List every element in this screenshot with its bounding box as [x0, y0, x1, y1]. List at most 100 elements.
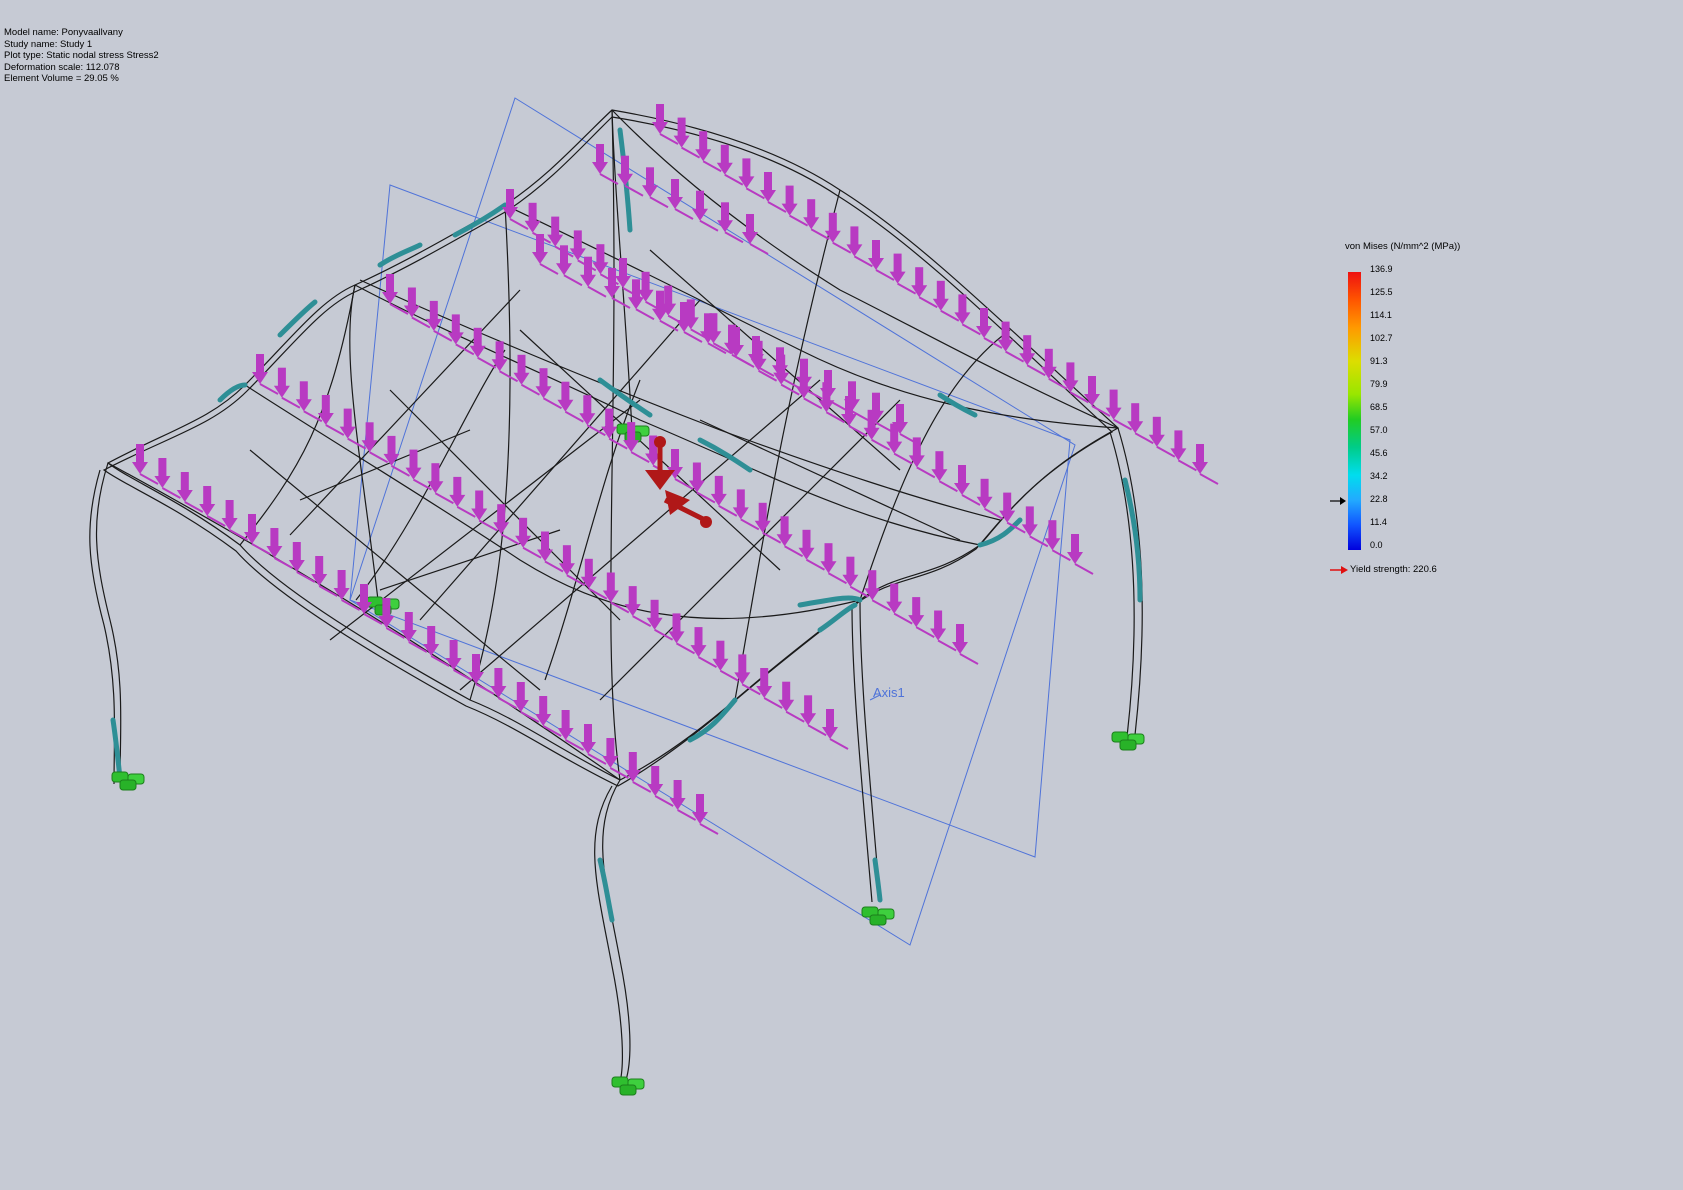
- load-arrow-icon[interactable]: [759, 171, 787, 213]
- load-arrow-icon[interactable]: [243, 513, 271, 555]
- load-arrow-icon[interactable]: [616, 154, 644, 197]
- load-arrow-icon[interactable]: [265, 527, 294, 569]
- load-arrow-icon[interactable]: [711, 639, 740, 682]
- load-arrow-icon[interactable]: [687, 461, 716, 504]
- load-arrow-icon[interactable]: [623, 585, 652, 628]
- load-arrow-icon[interactable]: [845, 225, 874, 268]
- load-arrow-icon[interactable]: [780, 184, 809, 227]
- load-arrow-icon[interactable]: [823, 211, 852, 254]
- load-arrow-icon[interactable]: [930, 450, 959, 493]
- yield-strength-row: Yield strength: 220.6: [1330, 564, 1437, 575]
- load-arrow-icon[interactable]: [819, 542, 848, 585]
- load-arrow-icon[interactable]: [536, 530, 564, 573]
- load-arrow-icon[interactable]: [666, 448, 694, 490]
- load-arrow-icon[interactable]: [641, 166, 669, 209]
- fixture-group[interactable]: [111, 423, 1145, 1096]
- stress-highlights: [110, 127, 1143, 923]
- legend-tick-label: 68.5: [1370, 402, 1388, 412]
- load-arrow-icon[interactable]: [910, 266, 939, 309]
- fixture-icon[interactable]: [111, 771, 145, 791]
- load-arrow-icon[interactable]: [426, 462, 455, 505]
- load-arrow-icon[interactable]: [953, 464, 981, 506]
- legend-tick-label: 34.2: [1370, 471, 1388, 481]
- load-arrow-icon[interactable]: [975, 477, 1004, 520]
- load-arrow-icon[interactable]: [794, 367, 823, 410]
- legend-tick-label: 57.0: [1370, 425, 1388, 435]
- load-arrow-icon[interactable]: [755, 667, 784, 709]
- load-arrow-icon[interactable]: [627, 278, 655, 321]
- load-arrow-icon[interactable]: [951, 623, 979, 665]
- load-arrow-icon[interactable]: [666, 178, 694, 220]
- load-arrow-icon[interactable]: [579, 723, 607, 765]
- load-arrow-icon[interactable]: [316, 394, 345, 436]
- legend-tick-label: 0.0: [1370, 540, 1383, 550]
- load-arrow-icon[interactable]: [153, 457, 182, 499]
- load-arrow-icon[interactable]: [294, 380, 323, 423]
- load-arrow-icon[interactable]: [470, 489, 499, 532]
- load-arrow-icon[interactable]: [888, 252, 917, 295]
- load-arrow-icon[interactable]: [489, 667, 518, 709]
- load-arrow-icon[interactable]: [402, 286, 431, 329]
- load-arrow-icon[interactable]: [667, 612, 696, 655]
- load-arrow-icon[interactable]: [623, 751, 652, 793]
- load-arrow-icon[interactable]: [1191, 443, 1219, 485]
- fixture-icon[interactable]: [1111, 731, 1145, 751]
- load-arrow-icon[interactable]: [424, 299, 453, 342]
- load-arrow-icon[interactable]: [534, 367, 563, 410]
- load-arrow-icon[interactable]: [777, 680, 806, 723]
- load-arrow-icon[interactable]: [444, 639, 473, 681]
- load-arrow-icon[interactable]: [691, 189, 719, 232]
- load-arrow-icon[interactable]: [651, 103, 679, 145]
- load-arrow-icon[interactable]: [907, 596, 936, 639]
- load-arrow-icon[interactable]: [448, 475, 477, 518]
- load-arrow-icon[interactable]: [360, 421, 389, 464]
- load-arrow-icon[interactable]: [691, 793, 719, 835]
- load-arrow-icon[interactable]: [1169, 429, 1198, 472]
- load-arrow-icon[interactable]: [272, 366, 301, 409]
- load-arrow-icon[interactable]: [996, 320, 1025, 363]
- load-arrow-icon[interactable]: [287, 541, 316, 583]
- load-arrow-icon[interactable]: [737, 157, 766, 200]
- load-arrow-icon[interactable]: [1039, 347, 1068, 390]
- load-arrow-icon[interactable]: [251, 353, 279, 395]
- legend-pointer-icon: [1330, 497, 1346, 505]
- load-arrow-icon[interactable]: [512, 353, 541, 396]
- load-arrow-icon[interactable]: [556, 709, 585, 751]
- load-arrow-icon[interactable]: [885, 582, 914, 625]
- load-arrow-icon[interactable]: [381, 273, 409, 315]
- load-arrow-icon[interactable]: [715, 143, 744, 186]
- frame-structure[interactable]: [89, 109, 1143, 1083]
- load-arrow-icon[interactable]: [929, 609, 958, 652]
- load-arrow-icon[interactable]: [733, 653, 762, 696]
- load-arrow-icon[interactable]: [668, 779, 697, 821]
- load-arrow-icon[interactable]: [795, 357, 823, 400]
- load-arrow-icon[interactable]: [821, 708, 849, 750]
- load-arrow-icon[interactable]: [645, 598, 674, 641]
- load-arrow-icon[interactable]: [975, 307, 1003, 349]
- load-arrow-icon[interactable]: [867, 239, 895, 281]
- fixture-icon[interactable]: [611, 1076, 645, 1096]
- load-arrow-icon[interactable]: [841, 555, 870, 598]
- load-arrow-icon[interactable]: [1061, 361, 1090, 404]
- model-viewport[interactable]: Axis1: [0, 0, 1683, 1190]
- load-arrow-icon[interactable]: [953, 293, 982, 336]
- load-arrow-icon[interactable]: [775, 515, 804, 558]
- load-arrow-icon[interactable]: [1147, 415, 1176, 458]
- load-arrow-icon[interactable]: [689, 626, 718, 669]
- load-arrow-icon[interactable]: [399, 611, 428, 653]
- load-arrow-icon[interactable]: [1066, 533, 1094, 575]
- load-arrow-icon[interactable]: [797, 528, 826, 571]
- load-arrow-icon[interactable]: [310, 555, 339, 597]
- legend-tick-label: 136.9: [1370, 264, 1393, 274]
- load-arrow-icon[interactable]: [556, 380, 585, 423]
- load-arrow-icon[interactable]: [799, 694, 828, 737]
- load-arrow-icon[interactable]: [694, 130, 723, 173]
- load-arrow-icon[interactable]: [646, 765, 675, 807]
- fixture-icon[interactable]: [861, 906, 895, 926]
- load-arrow-icon[interactable]: [731, 488, 760, 531]
- legend-title: von Mises (N/mm^2 (MPa)): [1345, 241, 1461, 252]
- load-arrow-icon[interactable]: [1126, 402, 1155, 445]
- load-arrow-icon[interactable]: [802, 198, 831, 241]
- load-arrow-icon[interactable]: [338, 407, 367, 450]
- load-arrow-icon[interactable]: [741, 213, 769, 255]
